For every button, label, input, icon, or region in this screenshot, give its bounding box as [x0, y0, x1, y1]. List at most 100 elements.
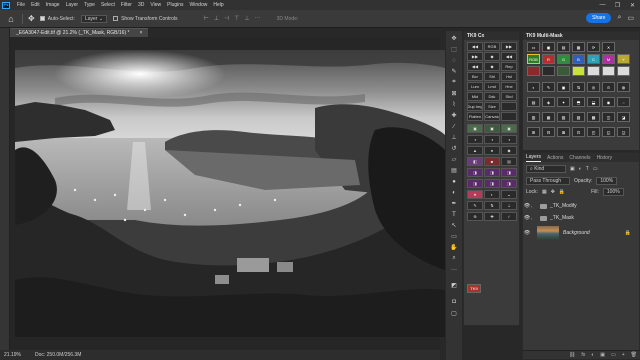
tk-icon-button[interactable]: ◨: [467, 179, 483, 188]
tk-button[interactable]: RGB: [484, 42, 500, 51]
tk-icon-button[interactable]: ✚: [484, 212, 500, 221]
mm-tool[interactable]: ◐: [527, 82, 540, 92]
layer-row[interactable]: 👁 › _TK_Mask: [523, 212, 640, 224]
tk-icon-button[interactable]: ●: [484, 146, 500, 155]
mm-tool[interactable]: ⊙: [602, 82, 615, 92]
menu-help[interactable]: Help: [210, 2, 226, 8]
menu-filter[interactable]: Filter: [118, 2, 135, 8]
mm-tool[interactable]: ◌: [617, 97, 630, 107]
tk-icon-button[interactable]: ◨: [484, 179, 500, 188]
tk-button[interactable]: Mid: [467, 92, 483, 101]
tk-button[interactable]: Canvas: [484, 112, 500, 121]
mm-button[interactable]: ▦: [572, 42, 585, 52]
tk-icon-button[interactable]: ◆: [501, 146, 517, 155]
align-center-icon[interactable]: ⊥: [214, 15, 219, 22]
tab-layers[interactable]: Layers: [526, 154, 542, 162]
tk-icon-button[interactable]: ▣: [501, 124, 517, 133]
zoom-tool-icon[interactable]: ⌕: [449, 254, 459, 263]
menu-type[interactable]: Type: [81, 2, 98, 8]
brush-tool-icon[interactable]: ∕: [449, 122, 459, 131]
adjustment-icon[interactable]: ◐: [591, 352, 594, 358]
more-options-icon[interactable]: ···: [255, 15, 261, 22]
mm-channel-m[interactable]: M: [602, 54, 615, 64]
group-icon[interactable]: ▭: [611, 352, 616, 358]
zoom-level[interactable]: 21.19%: [4, 352, 21, 358]
mm-tool[interactable]: ⬓: [587, 97, 600, 107]
hand-tool-icon[interactable]: ✋: [449, 243, 459, 252]
chevron-right-icon[interactable]: ›: [531, 216, 537, 221]
filter-pixel-icon[interactable]: ▣: [570, 166, 575, 172]
blend-mode-dropdown[interactable]: Pass Through: [526, 177, 570, 185]
mm-tool[interactable]: ⬒: [572, 97, 585, 107]
document-tab[interactable]: _E6A3047-Edit.tif @ 21.2% (_TK_Mask, RGB…: [10, 28, 149, 37]
mm-tool[interactable]: ◎: [587, 82, 600, 92]
tk-icon-button[interactable]: ⊕: [467, 212, 483, 221]
type-tool-icon[interactable]: T: [449, 210, 459, 219]
tk-button[interactable]: Lmd: [484, 82, 500, 91]
tk-icon-button[interactable]: ⇅: [484, 201, 500, 210]
layer-filter-dropdown[interactable]: ⌕ Kind: [526, 165, 566, 173]
menu-3d[interactable]: 3D: [135, 2, 147, 8]
mm-tool[interactable]: ◪: [617, 112, 630, 122]
mm-tool[interactable]: ▤: [527, 97, 540, 107]
mm-channel-g[interactable]: G: [557, 54, 570, 64]
history-brush-tool-icon[interactable]: ↺: [449, 144, 459, 153]
tk-icon-button[interactable]: ◧: [467, 157, 483, 166]
mm-zone-button[interactable]: [572, 66, 585, 76]
tk-icon-button[interactable]: ✓: [501, 212, 517, 221]
tk-icon-button[interactable]: ◨: [501, 179, 517, 188]
mm-button[interactable]: ⟳: [587, 42, 600, 52]
tk-button[interactable]: Dup Img: [467, 102, 483, 111]
menu-view[interactable]: View: [147, 2, 164, 8]
fill-field[interactable]: 100%: [602, 188, 624, 196]
mm-tool[interactable]: ✎: [542, 82, 555, 92]
align-left-icon[interactable]: ⊢: [203, 15, 208, 22]
tk-icon-button[interactable]: ◨: [467, 168, 483, 177]
mm-tool[interactable]: ⊠: [557, 127, 570, 137]
tk-icon-button[interactable]: ★: [467, 190, 483, 199]
healing-tool-icon[interactable]: ✚: [449, 111, 459, 120]
mm-tool[interactable]: ▩: [587, 112, 600, 122]
menu-image[interactable]: Image: [43, 2, 63, 8]
mm-zone-button[interactable]: [557, 66, 570, 76]
mm-tool[interactable]: ▥: [527, 112, 540, 122]
mm-tool[interactable]: ▦: [542, 112, 555, 122]
tk-button[interactable]: ◀◀: [501, 52, 517, 61]
path-select-tool-icon[interactable]: ↖: [449, 221, 459, 230]
link-layers-icon[interactable]: ⛓: [569, 352, 575, 358]
menu-layer[interactable]: Layer: [63, 2, 82, 8]
tk-button[interactable]: Lum: [467, 82, 483, 91]
mm-zone-button[interactable]: [527, 66, 540, 76]
quick-select-tool-icon[interactable]: ✎: [449, 67, 459, 76]
filter-adjust-icon[interactable]: ◐: [579, 166, 582, 172]
mm-tool[interactable]: ⊡: [572, 127, 585, 137]
align-top-icon[interactable]: ⊤: [234, 15, 239, 22]
layer-row[interactable]: 👁 › _TK_Modify: [523, 200, 640, 212]
tab-channels[interactable]: Channels: [569, 155, 590, 162]
marquee-tool-icon[interactable]: ⬚: [449, 45, 459, 54]
color-swatches-icon[interactable]: ◩: [449, 281, 459, 290]
show-transform-checkbox[interactable]: [113, 16, 119, 21]
mm-tool[interactable]: ◰: [587, 127, 600, 137]
share-button[interactable]: Share: [586, 13, 612, 23]
mm-button[interactable]: ▣: [542, 42, 555, 52]
move-tool-icon[interactable]: ✥: [28, 14, 35, 23]
mm-tool[interactable]: ⊞: [527, 127, 540, 137]
mm-tool[interactable]: ◈: [542, 97, 555, 107]
tk-button[interactable]: Shl: [484, 72, 500, 81]
tk-button[interactable]: ▶▶: [467, 52, 483, 61]
eye-icon[interactable]: 👁: [523, 230, 531, 236]
mm-tool[interactable]: ▣: [557, 82, 570, 92]
tk-icon-button[interactable]: ◨: [484, 168, 500, 177]
tk-icon-button[interactable]: ▤: [501, 157, 517, 166]
move-tool-icon[interactable]: ✥: [449, 34, 459, 43]
mm-tool[interactable]: ◍: [617, 82, 630, 92]
doc-size[interactable]: Doc: 250.0M/256.3M: [35, 352, 81, 358]
tk-icon-button[interactable]: ◑: [467, 135, 483, 144]
mm-button[interactable]: ▭: [527, 42, 540, 52]
chevron-right-icon[interactable]: ›: [531, 204, 537, 209]
lock-position-icon[interactable]: ✥: [551, 189, 555, 195]
tk-icon-button[interactable]: ▲: [467, 146, 483, 155]
tk-button[interactable]: ▶▶: [501, 42, 517, 51]
tk-button[interactable]: Flatten: [467, 112, 483, 121]
